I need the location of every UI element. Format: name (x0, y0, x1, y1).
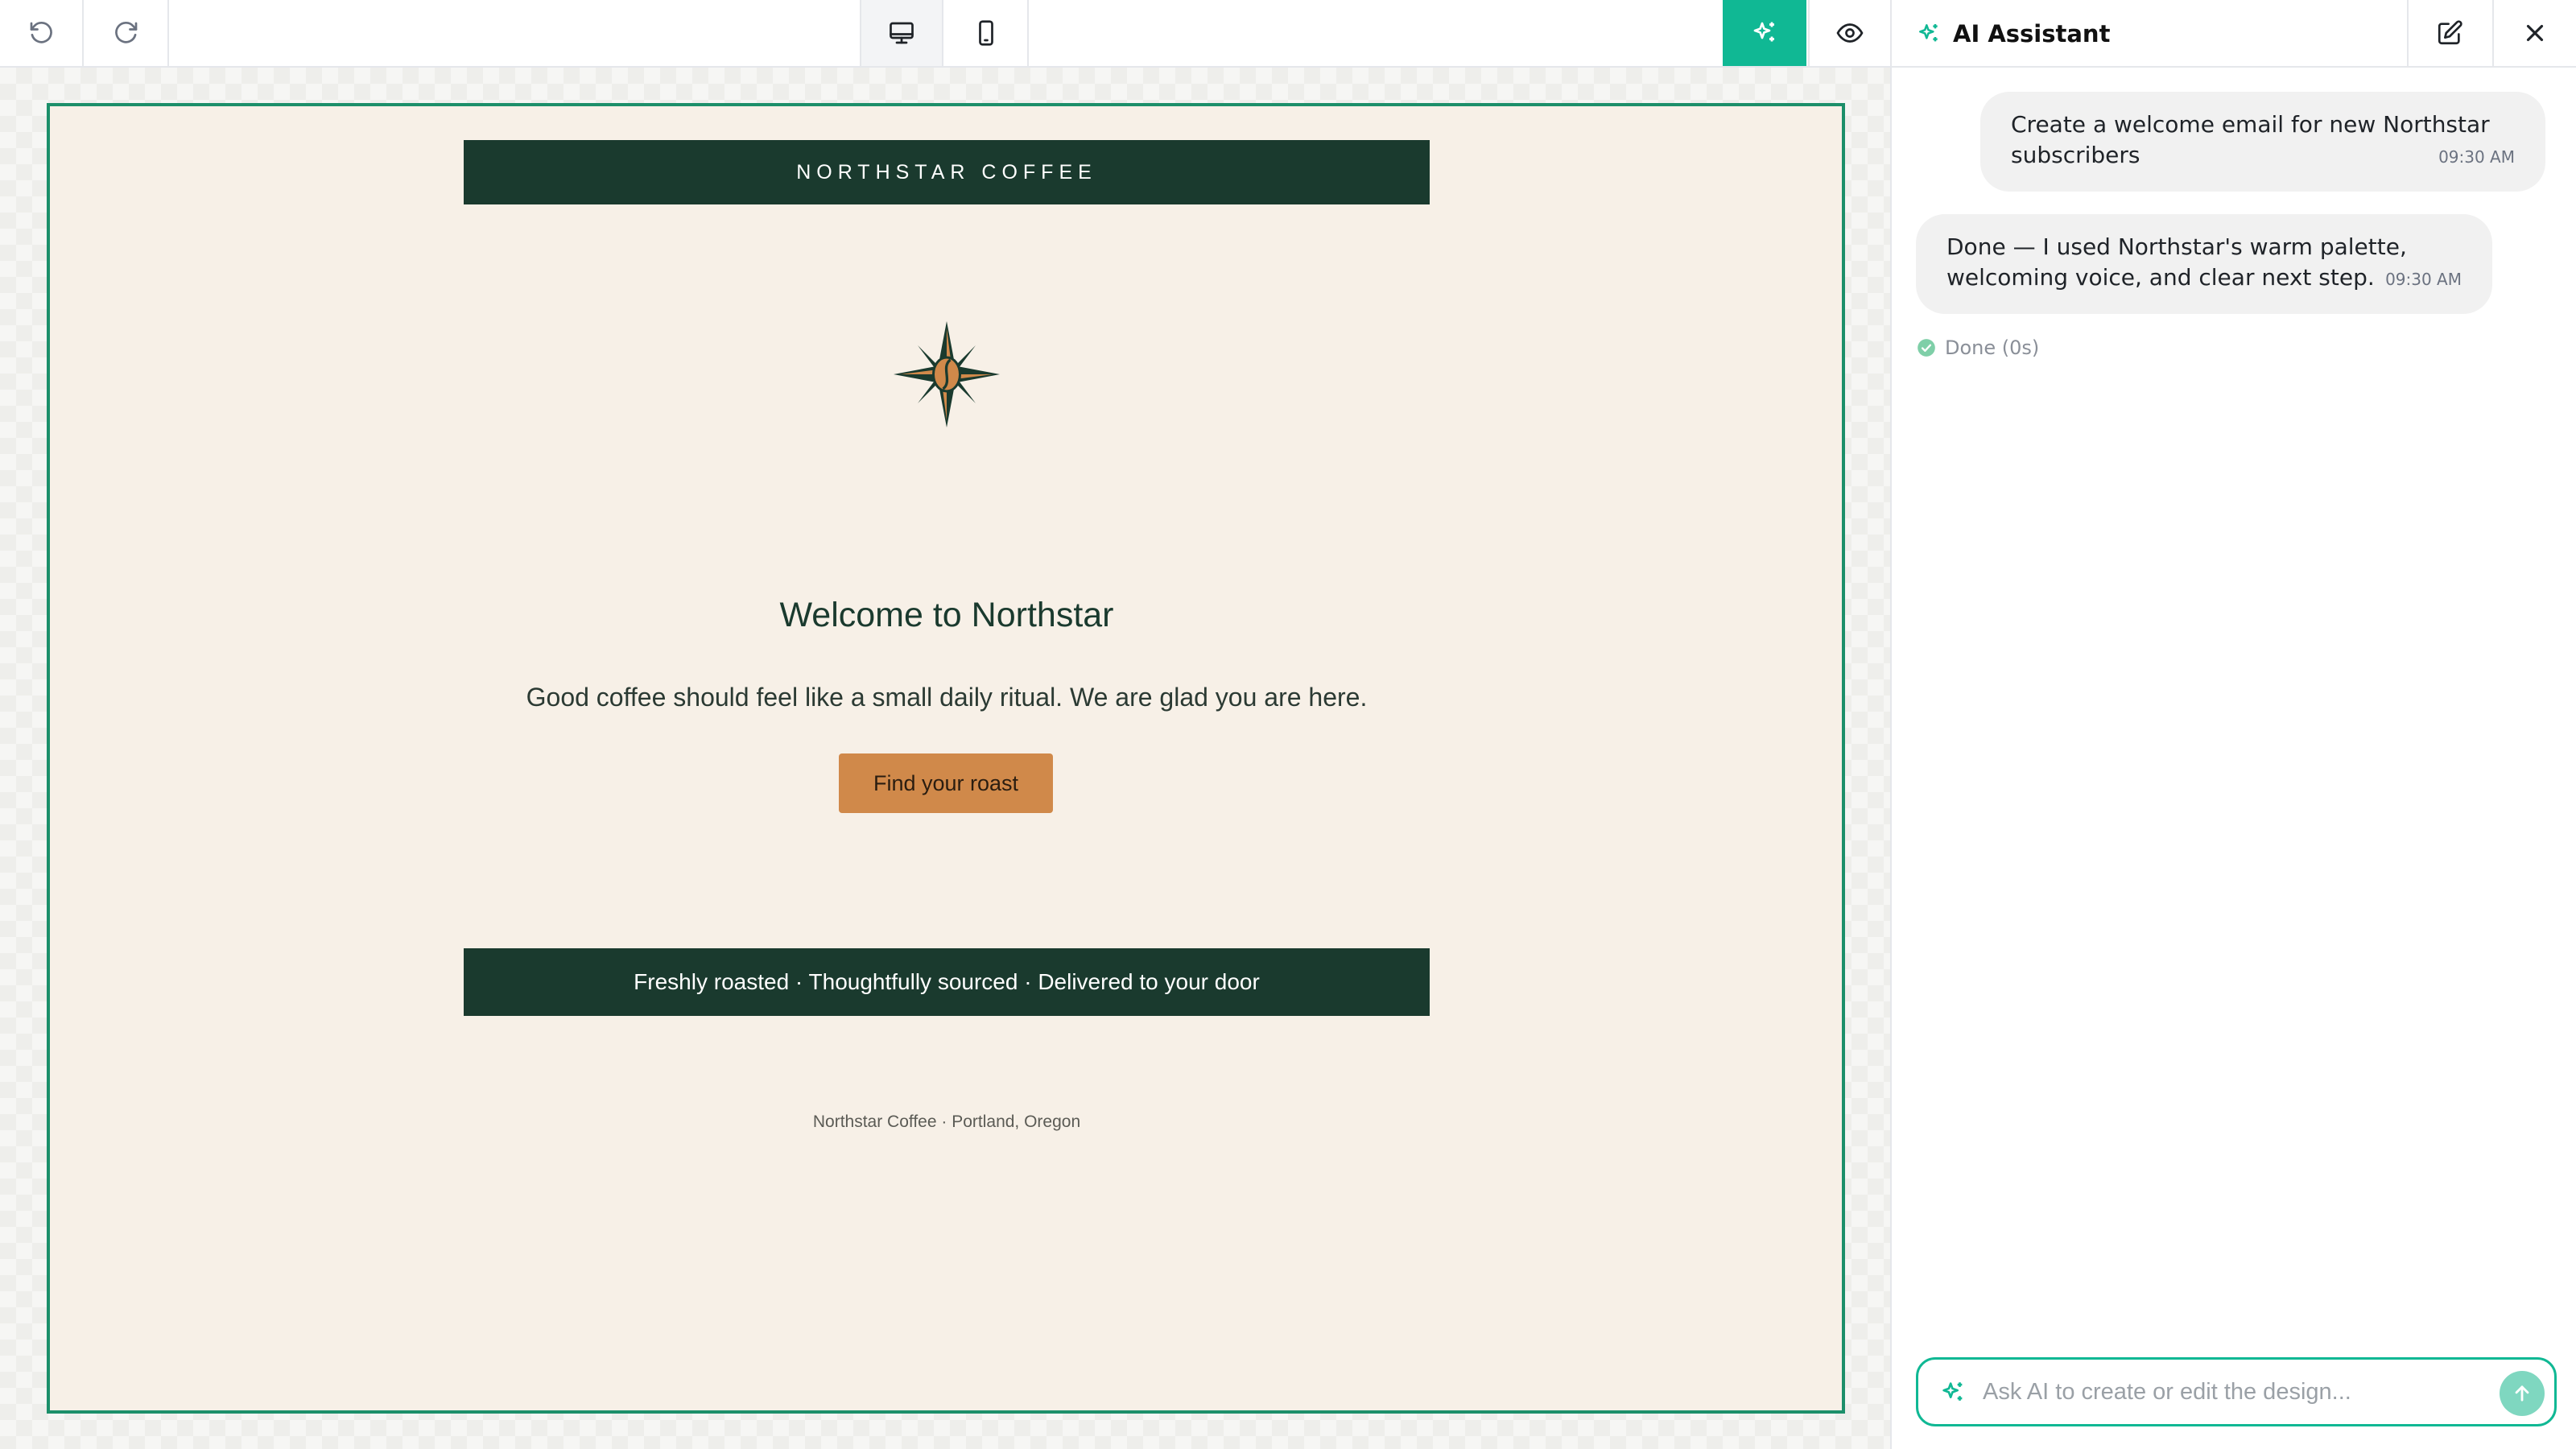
chat-input[interactable] (1983, 1371, 2482, 1413)
redo-icon (115, 21, 138, 43)
message-text: Create a welcome email for new Northstar… (2011, 111, 2490, 168)
user-message: Create a welcome email for new Northstar… (1980, 92, 2545, 192)
sparkles-icon (1753, 22, 1774, 42)
message-time: 09:30 AM (2438, 147, 2515, 167)
email-body: NORTHSTAR COFFEE Welcome to Northstar Go… (464, 106, 1430, 1410)
design-canvas[interactable]: NORTHSTAR COFFEE Welcome to Northstar Go… (0, 68, 1890, 1449)
mobile-view-button[interactable] (945, 0, 1029, 66)
brand-header-bar[interactable]: NORTHSTAR COFFEE (464, 140, 1430, 204)
ai-assistant-panel: AI Assistant Create a welcome email for … (1890, 0, 2576, 1449)
ai-assistant-toggle-button[interactable] (1723, 0, 1806, 66)
undo-icon (30, 21, 52, 43)
desktop-view-button[interactable] (860, 0, 943, 66)
status-text: Done (0s) (1945, 336, 2040, 359)
eye-icon (1836, 23, 1864, 43)
logo-image[interactable] (863, 314, 1030, 435)
message-time: 09:30 AM (2385, 270, 2462, 289)
tagline-bar[interactable]: Freshly roasted · Thoughtfully sourced ·… (464, 948, 1430, 1016)
email-headline[interactable]: Welcome to Northstar (464, 596, 1430, 635)
compass-star-logo-icon (894, 321, 1000, 427)
sparkles-icon (1919, 24, 1938, 42)
close-panel-button[interactable] (2492, 0, 2576, 66)
email-preview-frame[interactable]: NORTHSTAR COFFEE Welcome to Northstar Go… (47, 103, 1845, 1414)
mobile-icon (979, 20, 993, 46)
assistant-message: Done — I used Northstar's warm palette, … (1916, 214, 2492, 314)
top-toolbar (0, 0, 1890, 68)
send-button[interactable] (2500, 1371, 2545, 1416)
find-your-roast-button[interactable]: Find your roast (839, 753, 1053, 813)
panel-header: AI Assistant (1892, 0, 2576, 68)
tagline-text: Freshly roasted · Thoughtfully sourced ·… (634, 969, 1260, 994)
panel-title-text: AI Assistant (1953, 20, 2111, 47)
chat-input-box[interactable] (1916, 1357, 2557, 1426)
generation-status: Done (0s) (1916, 336, 2039, 359)
cta-label: Find your roast (873, 770, 1019, 795)
email-subtext[interactable]: Good coffee should feel like a small dai… (464, 683, 1430, 712)
check-circle-icon (1918, 339, 1935, 357)
edit-icon (2438, 20, 2462, 45)
arrow-up-icon (2515, 1385, 2529, 1402)
redo-button[interactable] (85, 0, 169, 66)
sparkles-icon (1942, 1382, 1963, 1401)
brand-name: NORTHSTAR COFFEE (796, 160, 1097, 184)
desktop-icon (890, 22, 914, 44)
preview-button[interactable] (1808, 0, 1890, 66)
panel-title: AI Assistant (1916, 0, 2110, 68)
message-text: Done — I used Northstar's warm palette, … (1946, 233, 2407, 291)
undo-button[interactable] (0, 0, 84, 66)
email-footer[interactable]: Northstar Coffee · Portland, Oregon (464, 1113, 1430, 1132)
new-chat-button[interactable] (2407, 0, 2491, 66)
close-icon (2526, 24, 2544, 42)
